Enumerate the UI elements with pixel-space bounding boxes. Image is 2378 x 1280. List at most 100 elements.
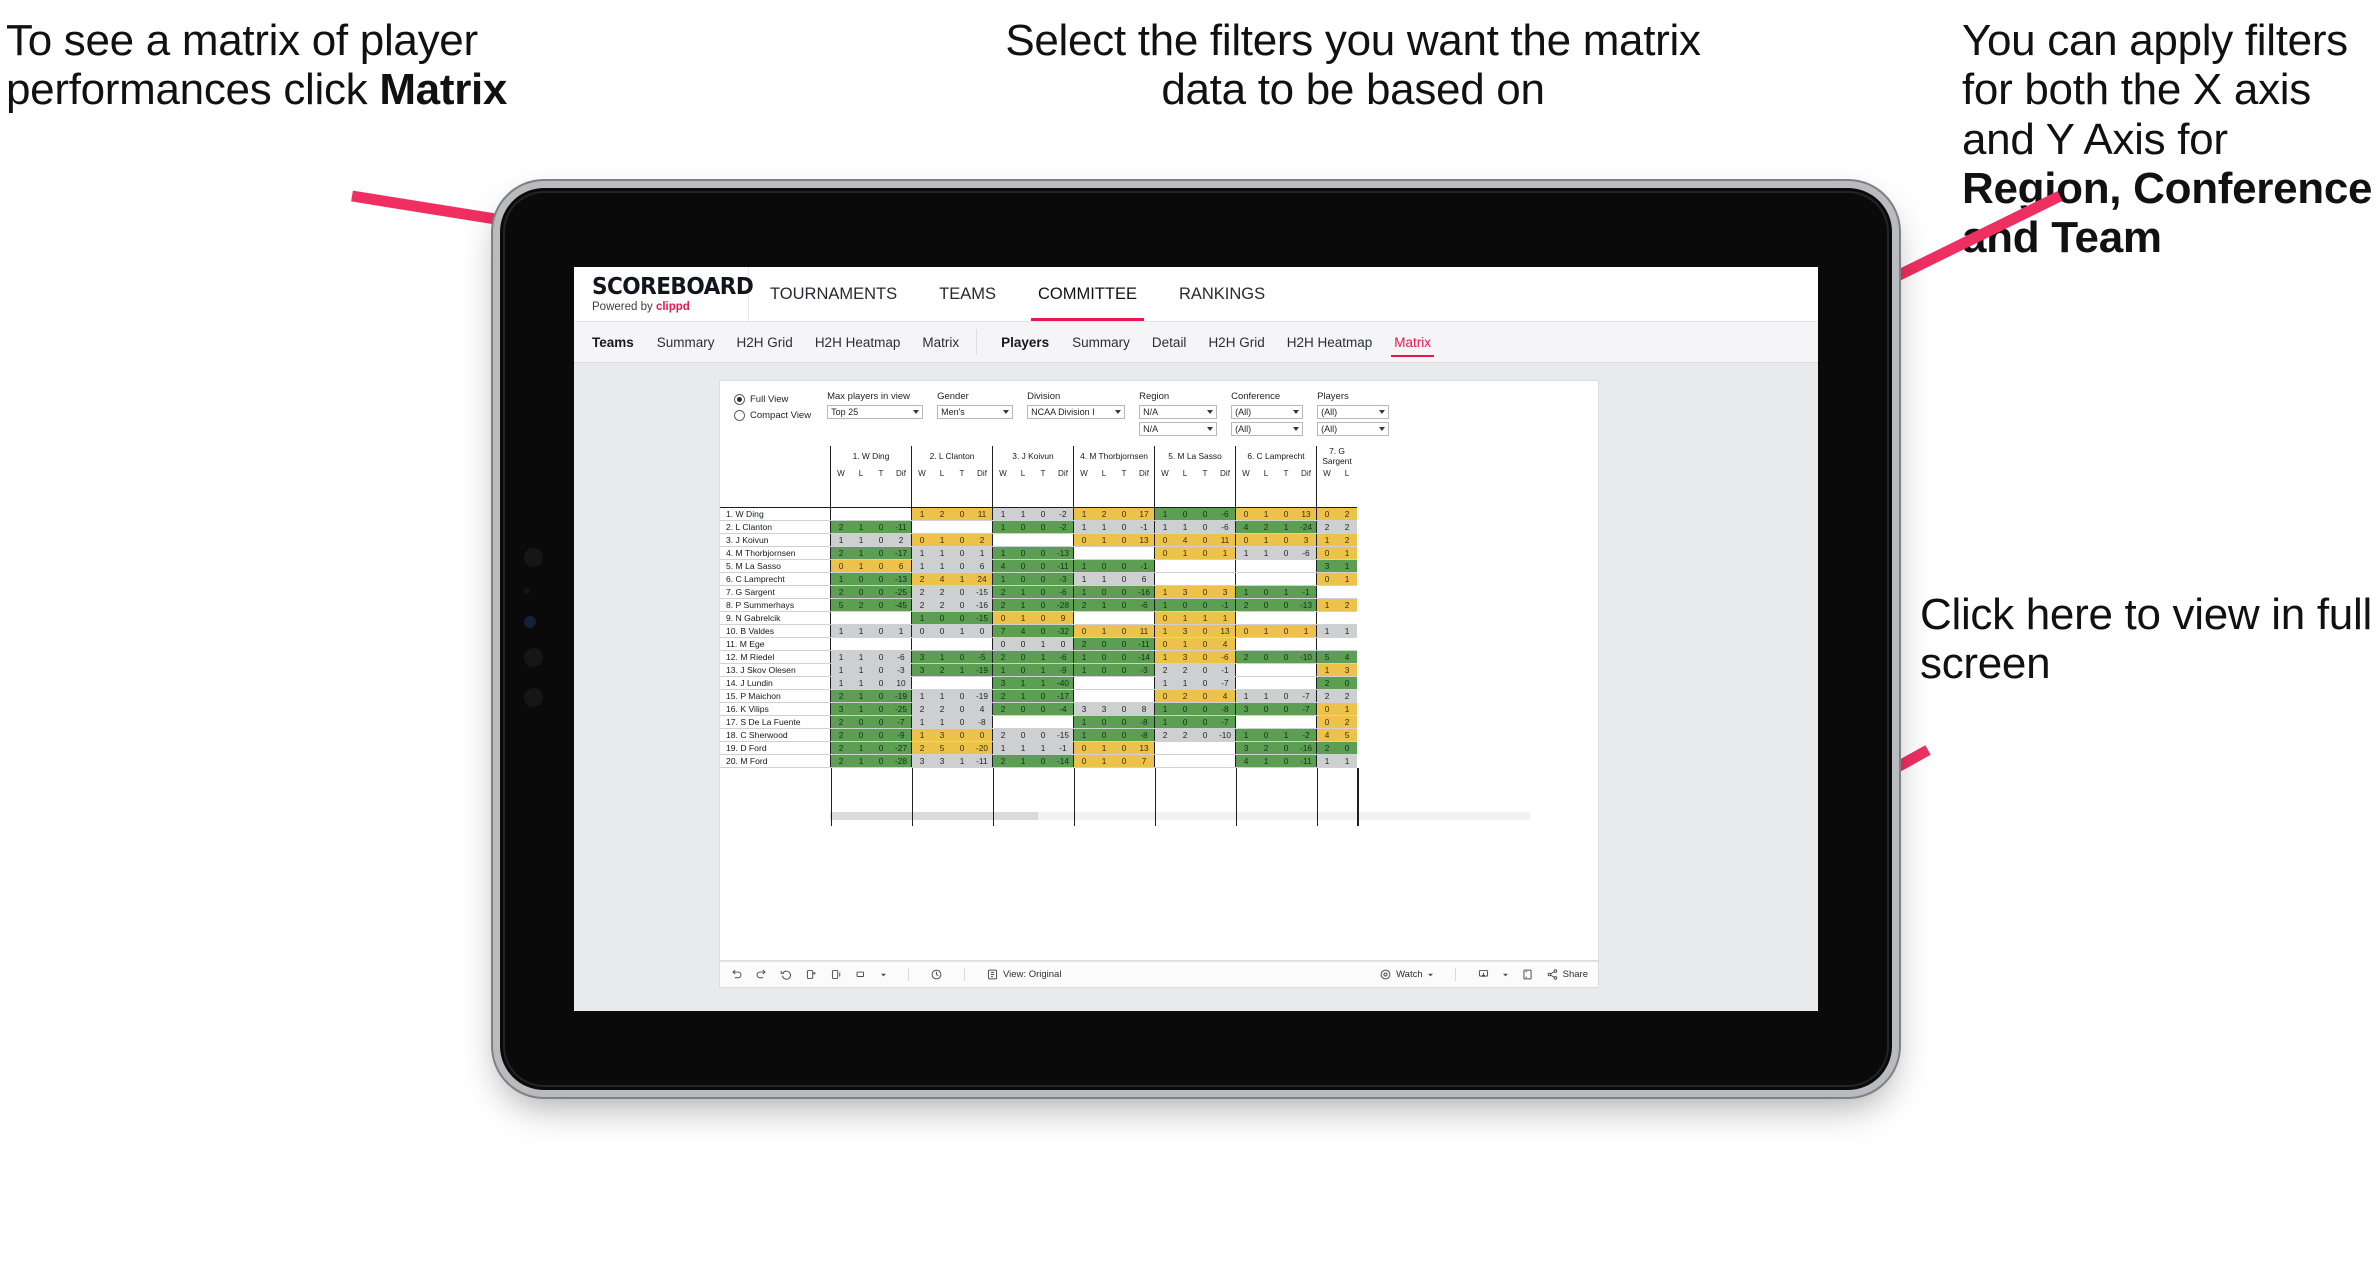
matrix-cell	[1235, 559, 1256, 573]
matrix-cell: 1	[992, 741, 1013, 755]
matrix-cell: 0	[952, 689, 972, 703]
matrix-cell: 2	[911, 598, 932, 612]
matrix-cell: 1	[992, 546, 1013, 560]
radio-full-view[interactable]: Full View	[734, 393, 811, 406]
annotation-middle-text: Select the filters you want the matrix d…	[1005, 16, 1701, 115]
players-tab-detail[interactable]: Detail	[1141, 322, 1198, 362]
matrix-cell: 1	[1094, 624, 1114, 638]
players-tab-summary[interactable]: Summary	[1061, 322, 1141, 362]
horizontal-scrollbar[interactable]	[830, 811, 1530, 820]
toolbar-divider-2	[964, 968, 965, 981]
matrix-cell: 1	[851, 559, 871, 573]
matrix-cell: 0	[1073, 624, 1094, 638]
chevron-down-icon[interactable]	[1502, 968, 1509, 981]
players-tab-matrix[interactable]: Matrix	[1383, 322, 1442, 362]
matrix-cell: 1	[1175, 676, 1195, 690]
matrix-cell: -8	[972, 715, 993, 729]
filter-select-primary[interactable]: Men's	[937, 404, 1014, 419]
matrix-row-label: 13. J Skov Olesen	[720, 663, 831, 677]
matrix-cell: 0	[1154, 637, 1175, 651]
filter-select-primary[interactable]: N/A	[1139, 404, 1218, 419]
history-icon[interactable]	[930, 968, 943, 981]
matrix-cell: 9	[1053, 611, 1074, 625]
filter-select-primary[interactable]: NCAA Division I	[1027, 404, 1126, 419]
radio-compact-view[interactable]: Compact View	[734, 409, 811, 422]
matrix-cell	[1053, 715, 1074, 729]
matrix-cell	[1073, 689, 1094, 703]
matrix-column-rule	[911, 767, 914, 826]
matrix-gap-cell	[1053, 480, 1074, 508]
filter-select-primary[interactable]: (All)	[1317, 404, 1390, 419]
teams-tab-h2h-grid[interactable]: H2H Grid	[726, 322, 804, 362]
matrix-cell: 1	[1175, 611, 1195, 625]
players-tab-h2h-grid[interactable]: H2H Grid	[1197, 322, 1275, 362]
topnav-item-tournaments[interactable]: TOURNAMENTS	[749, 267, 918, 321]
filter-select-primary[interactable]: Top 25	[827, 404, 924, 419]
pause-refresh-icon[interactable]	[805, 968, 818, 981]
topnav-item-committee[interactable]: COMMITTEE	[1017, 267, 1158, 321]
fullscreen-icon[interactable]	[1521, 968, 1534, 981]
matrix-cell	[1256, 572, 1276, 586]
matrix-cell: 1	[1337, 572, 1357, 586]
share-button[interactable]: Share	[1546, 968, 1588, 981]
share-icon	[1546, 968, 1559, 981]
device-icon[interactable]	[855, 968, 868, 981]
filter-select-primary[interactable]: (All)	[1231, 404, 1304, 419]
matrix-gap-cell	[972, 480, 993, 508]
topnav-item-rankings[interactable]: RANKINGS	[1158, 267, 1286, 321]
watch-button[interactable]: Watch	[1379, 968, 1434, 981]
filter-select-secondary[interactable]: (All)	[1231, 421, 1304, 436]
refresh-icon[interactable]	[830, 968, 843, 981]
matrix-cell: 1	[1154, 624, 1175, 638]
matrix-cell: 0	[1094, 663, 1114, 677]
matrix-column-rule	[1316, 767, 1319, 826]
filter-value: Men's	[941, 406, 965, 417]
filter-select-secondary[interactable]: (All)	[1317, 421, 1390, 436]
matrix-cell: 4	[992, 559, 1013, 573]
matrix-cell	[1337, 585, 1357, 599]
matrix-cell: -10	[1215, 728, 1236, 742]
view-original-button[interactable]: View: Original	[986, 968, 1061, 981]
filter-select-secondary[interactable]: N/A	[1139, 421, 1218, 436]
players-tab-group: Players Summary Detail H2H Grid H2H Heatmap…	[983, 322, 1442, 362]
filter-label: Players	[1317, 391, 1349, 402]
players-tab-h2h-heatmap[interactable]: H2H Heatmap	[1276, 322, 1384, 362]
matrix-cell: 0	[1013, 559, 1033, 573]
chevron-down-icon[interactable]	[880, 968, 887, 981]
matrix-cell: 3	[992, 676, 1013, 690]
matrix-cell: 0	[1033, 546, 1053, 560]
table-row: 17. S De La Fuente 2 0 0 -7 1 1 0 -8 1 0 0 -8 1 0 0 -7 0 2	[720, 715, 1357, 729]
teams-tab-summary[interactable]: Summary	[646, 322, 726, 362]
brand-logo[interactable]: SCOREBOARD Powered by clippd	[574, 275, 754, 313]
matrix-cell: 1	[1154, 715, 1175, 729]
matrix-cell: -40	[1053, 676, 1074, 690]
matrix-cell: 0	[1276, 533, 1296, 547]
topnav-item-teams[interactable]: TEAMS	[918, 267, 1017, 321]
scrollbar-thumb[interactable]	[830, 811, 1038, 820]
filter-label: Conference	[1231, 391, 1281, 402]
matrix-cell	[891, 507, 912, 521]
matrix-header-gap-cell	[720, 480, 831, 508]
matrix-cell: 0	[851, 728, 871, 742]
teams-tab-h2h-heatmap[interactable]: H2H Heatmap	[804, 322, 912, 362]
matrix-cell	[1296, 715, 1317, 729]
matrix-cell: 0	[1013, 546, 1033, 560]
matrix-cell: 2	[851, 598, 871, 612]
matrix-cell: 0	[1175, 702, 1195, 716]
matrix-cell: 0	[1256, 728, 1276, 742]
matrix-header-gap	[720, 480, 1357, 508]
filter-players: Players (All) (All)	[1317, 391, 1390, 436]
revert-icon[interactable]	[780, 968, 793, 981]
teams-tab-matrix[interactable]: Matrix	[911, 322, 970, 362]
matrix-cell: -1	[1296, 585, 1317, 599]
matrix-cell: 0	[1337, 741, 1357, 755]
redo-icon[interactable]	[755, 968, 768, 981]
matrix-cell	[1296, 559, 1317, 573]
download-icon[interactable]	[1477, 968, 1490, 981]
matrix-cell: 0	[1033, 520, 1053, 534]
chevron-down-icon	[1207, 409, 1214, 414]
matrix-cell: 1	[851, 663, 871, 677]
undo-icon[interactable]	[730, 968, 743, 981]
matrix-cell: -27	[891, 741, 912, 755]
matrix-cell: 0	[1033, 611, 1053, 625]
